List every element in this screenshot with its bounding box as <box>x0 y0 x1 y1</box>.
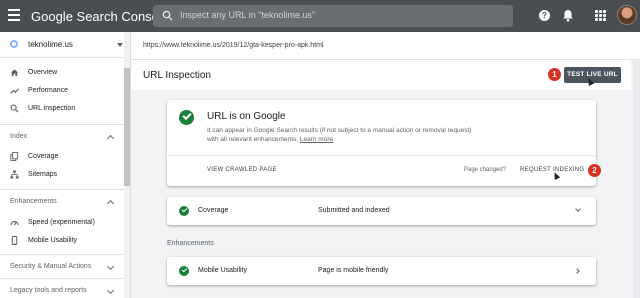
view-crawled-page-button[interactable]: VIEW CRAWLED PAGE <box>207 167 277 173</box>
sidebar-item-label: Speed (experimental) <box>28 219 95 226</box>
enhancements-heading: Enhancements <box>167 240 214 247</box>
notifications-bell-icon[interactable] <box>562 9 574 22</box>
check-circle-icon <box>179 266 189 276</box>
sidebar-divider <box>0 189 124 190</box>
coverage-label: Coverage <box>198 207 229 214</box>
property-name: teknolime.us <box>28 40 73 49</box>
sidebar-item-mobile-usability[interactable]: Mobile Usability <box>0 233 124 249</box>
status-title: URL is on Google <box>207 111 286 122</box>
page-changed-label: Page changed? <box>464 167 507 173</box>
section-header-enhancements[interactable]: Enhancements <box>10 198 57 205</box>
hamburger-menu-icon[interactable] <box>8 9 20 21</box>
sidebar-item-performance[interactable]: Performance <box>0 83 124 99</box>
sidebar-item-label: Coverage <box>28 153 59 160</box>
property-globe-icon <box>10 40 18 48</box>
search-icon <box>10 104 19 113</box>
sidebar-item-speed[interactable]: Speed (experimental) <box>0 215 124 231</box>
chevron-up-icon[interactable] <box>106 134 115 143</box>
coverage-value: Submitted and indexed <box>318 207 390 214</box>
search-icon <box>162 10 173 21</box>
chevron-down-icon[interactable] <box>575 206 581 212</box>
help-icon[interactable]: ? <box>539 10 550 21</box>
mobile-usability-label: Mobile Usability <box>198 267 248 274</box>
phone-icon <box>11 236 18 245</box>
status-description: It can appear in Google Search results (… <box>207 126 477 144</box>
section-header-security[interactable]: Security & Manual Actions <box>10 263 91 270</box>
step-badge-2: 2 <box>588 164 601 177</box>
status-description-text: It can appear in Google Search results (… <box>207 127 472 143</box>
sidebar-item-overview[interactable]: Overview <box>0 65 124 81</box>
sidebar-item-sitemaps[interactable]: Sitemaps <box>0 167 124 183</box>
sidebar-item-label: URL inspection <box>28 105 76 112</box>
caret-down-icon <box>117 43 123 47</box>
inspected-url-bar: https://www.teknolime.us/2019/12/gta-kes… <box>131 32 640 60</box>
card-divider <box>167 155 596 156</box>
file-copy-icon <box>10 152 19 161</box>
chevron-up-icon[interactable] <box>106 199 115 208</box>
section-header-index[interactable]: Index <box>10 133 27 140</box>
mobile-usability-value: Page is mobile friendly <box>318 267 389 274</box>
speed-icon <box>10 221 19 226</box>
sidebar-divider <box>0 254 124 255</box>
top-app-bar: Google Search Console Inspect any URL in… <box>0 0 640 32</box>
sidebar-item-label: Mobile Usability <box>28 237 78 244</box>
home-icon <box>10 69 19 77</box>
section-header-legacy[interactable]: Legacy tools and reports <box>10 287 87 294</box>
sidebar-item-label: Overview <box>28 69 58 76</box>
trending-up-icon <box>10 88 19 94</box>
account-avatar[interactable] <box>617 5 637 25</box>
sidebar-divider <box>0 278 124 279</box>
app-title: Google Search Console <box>31 9 170 24</box>
sidebar-item-label: Performance <box>28 87 69 94</box>
index-status-card: URL is on Google It can appear in Google… <box>167 100 596 186</box>
chevron-right-icon[interactable] <box>574 268 580 274</box>
sidebar: teknolime.us Overview Performance URL in… <box>0 32 131 298</box>
sidebar-item-label: Sitemaps <box>28 171 58 178</box>
search-placeholder: Inspect any URL in "teknolime.us" <box>180 10 316 20</box>
coverage-row[interactable]: Coverage Submitted and indexed <box>167 197 596 225</box>
sidebar-divider <box>0 124 124 125</box>
chevron-down-icon[interactable] <box>106 262 115 271</box>
inspected-url: https://www.teknolime.us/2019/12/gta-kes… <box>143 42 324 49</box>
content-scrollbar[interactable] <box>633 60 640 298</box>
learn-more-link[interactable]: Learn more <box>300 136 333 143</box>
step-badge-1: 1 <box>548 68 561 81</box>
check-circle-icon <box>179 206 189 216</box>
chevron-down-icon[interactable] <box>106 286 115 295</box>
mobile-usability-row[interactable]: Mobile Usability Page is mobile friendly <box>167 257 596 285</box>
sitemap-icon <box>10 170 19 179</box>
check-circle-icon <box>179 110 194 125</box>
property-selector[interactable]: teknolime.us <box>0 32 130 58</box>
page-title: URL Inspection <box>143 70 211 81</box>
sidebar-scroll-thumb[interactable] <box>124 68 130 186</box>
apps-grid-icon[interactable] <box>595 10 606 21</box>
search-input[interactable]: Inspect any URL in "teknolime.us" <box>153 5 513 27</box>
sidebar-item-url-inspection[interactable]: URL inspection <box>0 101 124 117</box>
sidebar-item-coverage[interactable]: Coverage <box>0 149 124 165</box>
